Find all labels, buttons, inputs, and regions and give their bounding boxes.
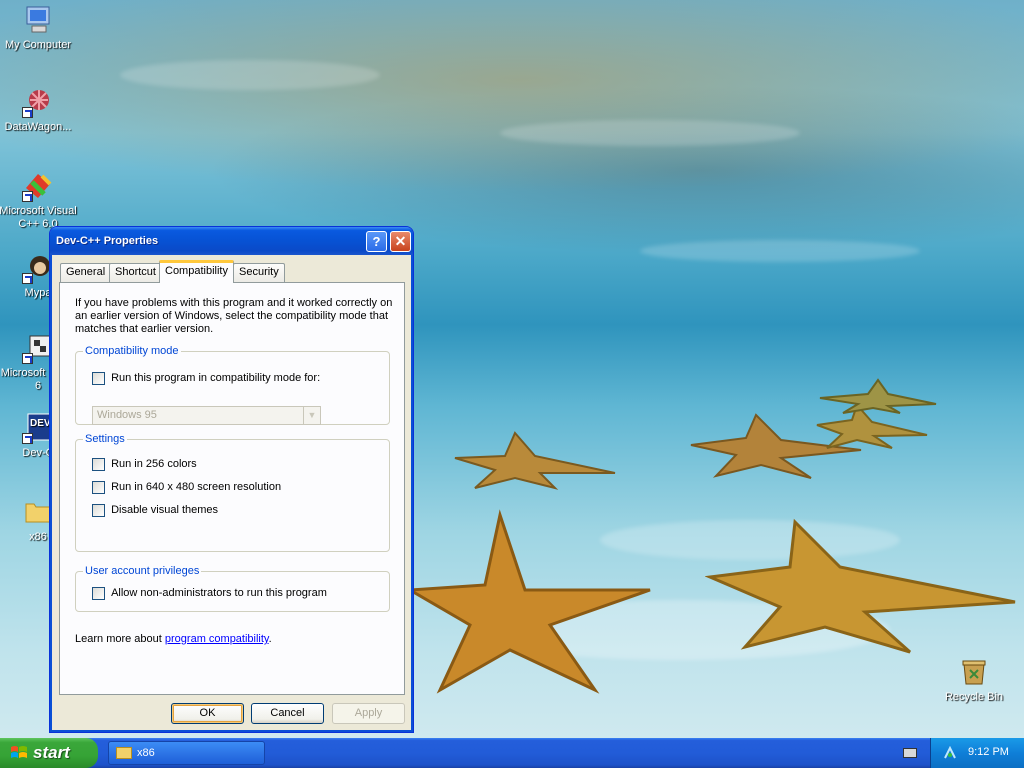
taskbar: start x86 9:12 PM	[0, 738, 1024, 768]
taskbar-item-x86[interactable]: x86	[108, 741, 265, 765]
starfish-middle	[454, 431, 616, 490]
os-version-select: Windows 95 ▼	[92, 406, 321, 425]
water-caustic	[500, 120, 800, 146]
shortcut-arrow-icon	[22, 273, 33, 284]
group-title: Compatibility mode	[83, 345, 181, 358]
learn-more-text: Learn more about program compatibility.	[75, 633, 272, 645]
keyboard-icon[interactable]	[903, 748, 917, 758]
group-title: Settings	[83, 433, 127, 446]
start-label: start	[33, 743, 70, 762]
taskbar-item-label: x86	[137, 747, 155, 759]
desktop-icon-label: Mypa	[24, 287, 52, 299]
option-256-colors[interactable]: Run in 256 colors	[92, 458, 197, 472]
svg-text:DEV: DEV	[30, 418, 51, 429]
option-640x480[interactable]: Run in 640 x 480 screen resolution	[92, 481, 281, 495]
ok-button[interactable]: OK	[171, 703, 244, 724]
shortcut-arrow-icon	[22, 191, 33, 202]
tab-general[interactable]: General	[60, 263, 112, 282]
clock[interactable]: 9:12 PM	[968, 746, 1009, 758]
starfish-right	[705, 518, 1016, 654]
folder-icon	[116, 747, 132, 759]
desktop-icon-visual-cpp[interactable]: Microsoft Visual C++ 6.0	[0, 170, 78, 231]
system-tray: 9:12 PM	[930, 738, 1024, 768]
settings-group: Settings Run in 256 colors Run in 640 x …	[75, 433, 390, 552]
help-button[interactable]: ?	[366, 231, 387, 252]
shortcut-arrow-icon	[22, 433, 33, 444]
learn-prefix: Learn more about	[75, 633, 165, 645]
desktop-icon-label: Recycle Bin	[944, 691, 1004, 703]
checkbox[interactable]	[92, 458, 105, 471]
datawagon-icon	[22, 86, 54, 118]
allow-non-admin-row[interactable]: Allow non-administrators to run this pro…	[92, 587, 327, 601]
compat-mode-checkbox-row[interactable]: Run this program in compatibility mode f…	[92, 372, 320, 386]
checkbox-label: Allow non-administrators to run this pro…	[111, 587, 327, 599]
checkbox-label: Run this program in compatibility mode f…	[111, 372, 321, 384]
intro-text: If you have problems with this program a…	[75, 297, 393, 335]
compatibility-panel: If you have problems with this program a…	[59, 282, 405, 695]
user-privileges-group: User account privileges Allow non-admini…	[75, 565, 390, 612]
desktop-icon-label: My Computer	[4, 39, 72, 51]
tab-shortcut[interactable]: Shortcut	[109, 263, 162, 282]
checkbox[interactable]	[92, 587, 105, 600]
checkbox[interactable]	[92, 504, 105, 517]
dialog-titlebar[interactable]: Dev-C++ Properties ? ✕	[50, 227, 413, 255]
shortcut-arrow-icon	[22, 107, 33, 118]
checkbox-label: Run in 640 x 480 screen resolution	[111, 481, 282, 493]
desktop-icon-label: DataWagon...	[4, 121, 72, 133]
start-button[interactable]: start	[0, 738, 98, 768]
dialog-title: Dev-C++ Properties	[56, 235, 159, 247]
compat-mode-checkbox[interactable]	[92, 372, 105, 385]
recycle-bin-icon	[958, 656, 990, 688]
starfish-large	[405, 509, 651, 694]
starfish-far	[819, 378, 937, 414]
desktop-icon-recycle-bin[interactable]: Recycle Bin	[934, 656, 1014, 704]
desktop-icon-datawagon[interactable]: DataWagon...	[0, 86, 78, 134]
close-button[interactable]: ✕	[390, 231, 411, 252]
tab-security[interactable]: Security	[233, 263, 285, 282]
option-disable-themes[interactable]: Disable visual themes	[92, 504, 218, 518]
compatibility-mode-group: Compatibility mode Run this program in c…	[75, 345, 390, 425]
checkbox-label: Disable visual themes	[111, 504, 219, 516]
water-caustic	[120, 60, 380, 90]
properties-dialog: Dev-C++ Properties ? ✕ General Shortcut …	[49, 226, 414, 733]
group-title: User account privileges	[83, 565, 202, 578]
tab-compatibility[interactable]: Compatibility	[159, 260, 234, 283]
checkbox-label: Run in 256 colors	[111, 458, 197, 470]
dialog-client: General Shortcut Compatibility Security …	[53, 255, 410, 730]
desktop-icon-label: x86	[29, 531, 47, 543]
program-compatibility-link[interactable]: program compatibility	[165, 633, 269, 645]
learn-suffix: .	[268, 633, 272, 645]
windows-flag-icon	[10, 745, 28, 761]
select-value: Windows 95	[97, 409, 157, 421]
desktop-icon-my-computer[interactable]: My Computer	[0, 4, 78, 52]
cancel-button[interactable]: Cancel	[251, 703, 324, 724]
chevron-down-icon: ▼	[303, 407, 320, 424]
network-icon[interactable]	[943, 745, 957, 760]
computer-icon	[22, 4, 54, 36]
checkbox[interactable]	[92, 481, 105, 494]
visual-cpp-icon	[22, 170, 54, 202]
apply-button[interactable]: Apply	[332, 703, 405, 724]
shortcut-arrow-icon	[22, 353, 33, 364]
water-caustic	[640, 240, 920, 262]
